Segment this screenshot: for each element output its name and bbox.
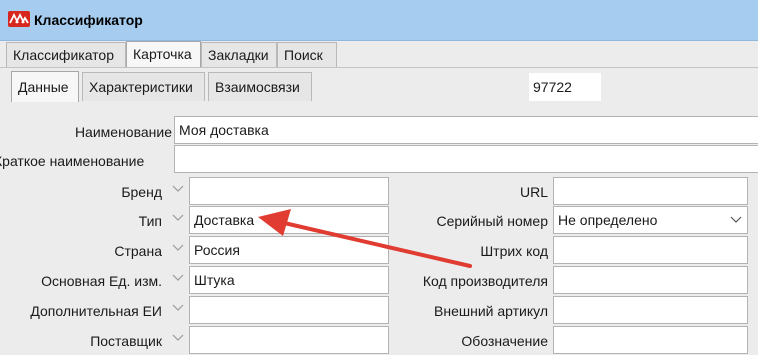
- annotation-arrow: [258, 209, 472, 268]
